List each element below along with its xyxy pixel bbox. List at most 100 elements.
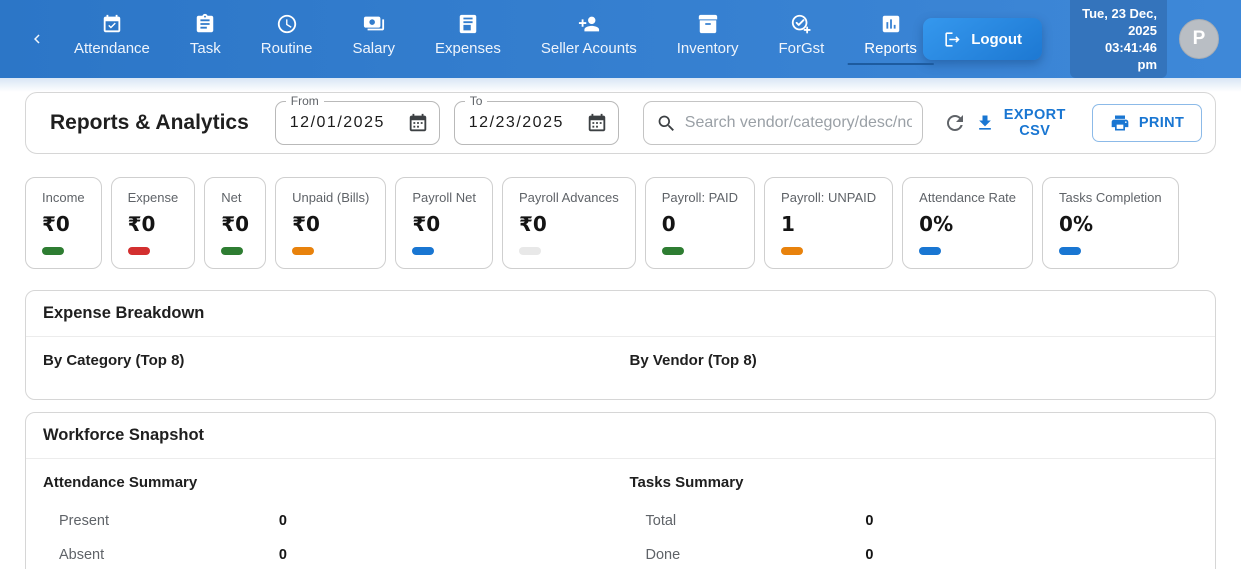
summary-value: 0: [279, 513, 287, 529]
summary-row: Total 0: [630, 504, 874, 538]
nav-item-routine[interactable]: Routine: [261, 13, 313, 65]
nav-item-attendance[interactable]: Attendance: [74, 13, 150, 65]
person-add-icon: [578, 13, 600, 35]
bar-chart-icon: [880, 13, 902, 35]
by-vendor-heading: By Vendor (Top 8): [630, 352, 1199, 369]
main-content: Reports & Analytics From To EXPORT CSV P…: [0, 92, 1241, 569]
nav-item-reports[interactable]: Reports: [864, 13, 917, 65]
stat-value: ₹0: [221, 212, 249, 236]
workforce-tasks: Tasks SummaryTotal0Done0: [621, 474, 1199, 569]
clock-icon: [276, 13, 298, 35]
to-date-input[interactable]: [469, 114, 586, 132]
stat-label: Attendance Rate: [919, 190, 1016, 205]
summary-label: Total: [646, 513, 677, 529]
logout-button[interactable]: Logout: [923, 18, 1042, 60]
expense-breakdown-body: By Category (Top 8) By Vendor (Top 8): [26, 337, 1215, 399]
nav-item-label: Salary: [352, 40, 395, 57]
print-label: PRINT: [1139, 115, 1185, 131]
stat-value: ₹0: [412, 212, 476, 236]
calendar-icon[interactable]: [586, 112, 608, 134]
payments-icon: [363, 13, 385, 35]
by-category-column: By Category (Top 8): [43, 352, 621, 369]
expense-breakdown-card: Expense Breakdown By Category (Top 8) By…: [25, 290, 1216, 400]
expense-breakdown-title: Expense Breakdown: [26, 291, 1215, 337]
from-date-label: From: [286, 94, 324, 108]
nav-item-forgst[interactable]: ForGst: [778, 13, 824, 65]
to-date-field[interactable]: To: [454, 101, 619, 145]
nav-item-expenses[interactable]: Expenses: [435, 13, 501, 65]
workforce-snapshot-card: Workforce Snapshot Attendance Summary Pre…: [25, 412, 1216, 569]
nav-item-salary[interactable]: Salary: [352, 13, 395, 65]
refresh-button[interactable]: [943, 111, 967, 135]
by-vendor-column: By Vendor (Top 8): [621, 352, 1199, 369]
datetime-line: Tue, 23 Dec,: [1080, 5, 1157, 22]
export-csv-button[interactable]: EXPORT CSV: [967, 101, 1074, 145]
summary-label: Absent: [59, 547, 104, 563]
from-date-input[interactable]: [290, 114, 407, 132]
export-csv-label: EXPORT CSV: [1004, 107, 1066, 139]
workforce-snapshot-body: Attendance SummaryPresent0Absent0 Tasks …: [26, 459, 1215, 569]
stat-indicator: [519, 247, 541, 255]
from-date-field[interactable]: From: [275, 101, 440, 145]
stat-label: Payroll Advances: [519, 190, 619, 205]
calendar-check-icon: [101, 13, 123, 35]
search-input[interactable]: [685, 114, 912, 132]
reports-toolbar: Reports & Analytics From To EXPORT CSV P…: [25, 92, 1216, 154]
stat-indicator: [919, 247, 941, 255]
stat-indicator: [781, 247, 803, 255]
stats-row: Income₹0Expense₹0Net₹0Unpaid (Bills)₹0Pa…: [25, 177, 1216, 269]
datetime-line: pm: [1080, 56, 1157, 73]
workforce-snapshot-title: Workforce Snapshot: [26, 413, 1215, 459]
search-field[interactable]: [643, 101, 923, 145]
receipt-icon: [457, 13, 479, 35]
stat-label: Payroll: UNPAID: [781, 190, 876, 205]
nav-item-label: ForGst: [778, 40, 824, 57]
workforce-attendance: Attendance Summary Present 0 Absent 0: [43, 474, 621, 569]
stat-indicator: [221, 247, 243, 255]
summary-row: Present 0: [43, 504, 287, 538]
summary-value: 0: [279, 547, 287, 563]
check-circle-plus-icon: [790, 13, 812, 35]
stat-card-tasks-completion: Tasks Completion0%: [1042, 177, 1179, 269]
stat-card-expense: Expense₹0: [111, 177, 196, 269]
stat-card-income: Income ₹0: [25, 177, 102, 269]
stat-card-unpaid-bills: Unpaid (Bills)₹0: [275, 177, 386, 269]
stat-indicator: [292, 247, 314, 255]
stat-card-attendance-rate: Attendance Rate0%: [902, 177, 1033, 269]
stat-indicator: [42, 247, 64, 255]
nav-item-label: Inventory: [677, 40, 739, 57]
nav-item-label: Attendance: [74, 40, 150, 57]
nav-item-inventory[interactable]: Inventory: [677, 13, 739, 65]
page-title: Reports & Analytics: [50, 111, 249, 135]
workforce-attendance-heading: Attendance Summary: [43, 474, 621, 491]
stat-card-net: Net₹0: [204, 177, 266, 269]
summary-label: Done: [646, 547, 681, 563]
stat-value: 0%: [1059, 212, 1162, 236]
navbar-shadow: [0, 78, 1241, 92]
stat-value: 0: [662, 212, 738, 236]
print-button[interactable]: PRINT: [1092, 104, 1203, 142]
summary-value: 0: [865, 513, 873, 529]
stat-value: ₹0: [519, 212, 619, 236]
logout-icon: [943, 30, 962, 49]
summary-row: Done0: [630, 538, 874, 569]
calendar-icon[interactable]: [407, 112, 429, 134]
nav-item-label: Task: [190, 40, 221, 57]
summary-label: Present: [59, 513, 109, 529]
stat-label: Payroll Net: [412, 190, 476, 205]
stat-value: 1: [781, 212, 876, 236]
stat-value: ₹0: [128, 212, 179, 236]
nav-item-task[interactable]: Task: [190, 13, 221, 65]
nav-items: Attendance Task Routine Salary Expenses Selle…: [74, 13, 917, 65]
stat-indicator: [662, 247, 684, 255]
datetime-display: Tue, 23 Dec,202503:41:46pm: [1070, 0, 1167, 78]
nav-item-seller-acounts[interactable]: Seller Acounts: [541, 13, 637, 65]
collapse-chevron-left-icon[interactable]: [28, 30, 46, 48]
stat-indicator: [1059, 247, 1081, 255]
stat-value: ₹0: [42, 212, 85, 236]
clipboard-icon: [194, 13, 216, 35]
avatar[interactable]: P: [1179, 19, 1219, 59]
stat-card-payroll-unpaid: Payroll: UNPAID 1: [764, 177, 893, 269]
stat-label: Income: [42, 190, 85, 205]
logout-label: Logout: [971, 31, 1022, 48]
